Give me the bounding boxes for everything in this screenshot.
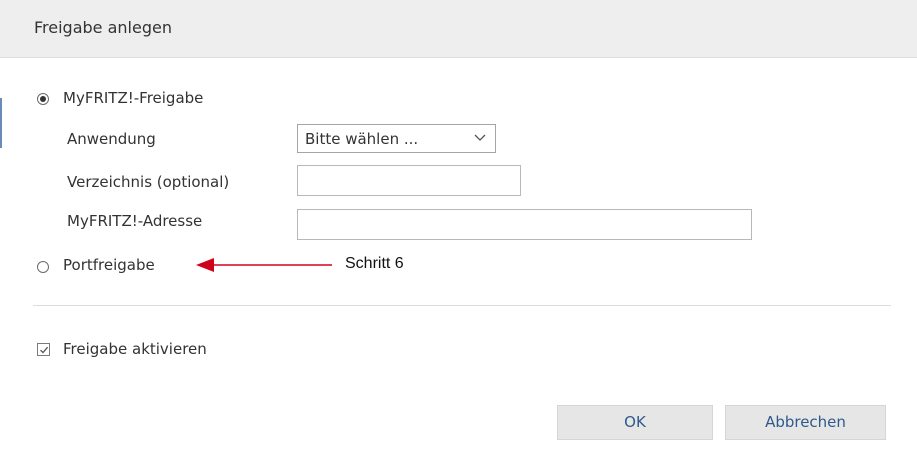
directory-input[interactable] [297,165,521,196]
ok-button[interactable]: OK [557,405,713,440]
dialog-titlebar: Freigabe anlegen [0,0,917,58]
myfritz-share-radio[interactable] [37,93,49,105]
port-share-label[interactable]: Portfreigabe [63,256,155,274]
port-share-radio[interactable] [37,261,49,273]
check-icon [40,346,49,354]
share-dialog: Freigabe anlegen MyFRITZ!-Freigabe Anwen… [0,0,917,462]
address-label: MyFRITZ!-Adresse [67,212,203,230]
application-select[interactable]: Bitte wählen ... [297,124,496,153]
left-edge-accent [0,98,2,148]
arrow-left-icon [196,258,332,272]
cancel-button[interactable]: Abbrechen [725,405,886,440]
application-select-value: Bitte wählen ... [305,130,419,148]
application-label: Anwendung [67,130,156,148]
divider [33,305,891,306]
annotation-step-label: Schritt 6 [345,255,404,272]
chevron-down-icon [474,134,486,141]
dialog-title: Freigabe anlegen [34,18,172,37]
directory-label: Verzeichnis (optional) [67,173,230,191]
activate-label[interactable]: Freigabe aktivieren [63,340,207,358]
myfritz-share-label[interactable]: MyFRITZ!-Freigabe [63,89,203,107]
activate-checkbox[interactable] [37,343,50,356]
address-input[interactable] [297,209,752,240]
